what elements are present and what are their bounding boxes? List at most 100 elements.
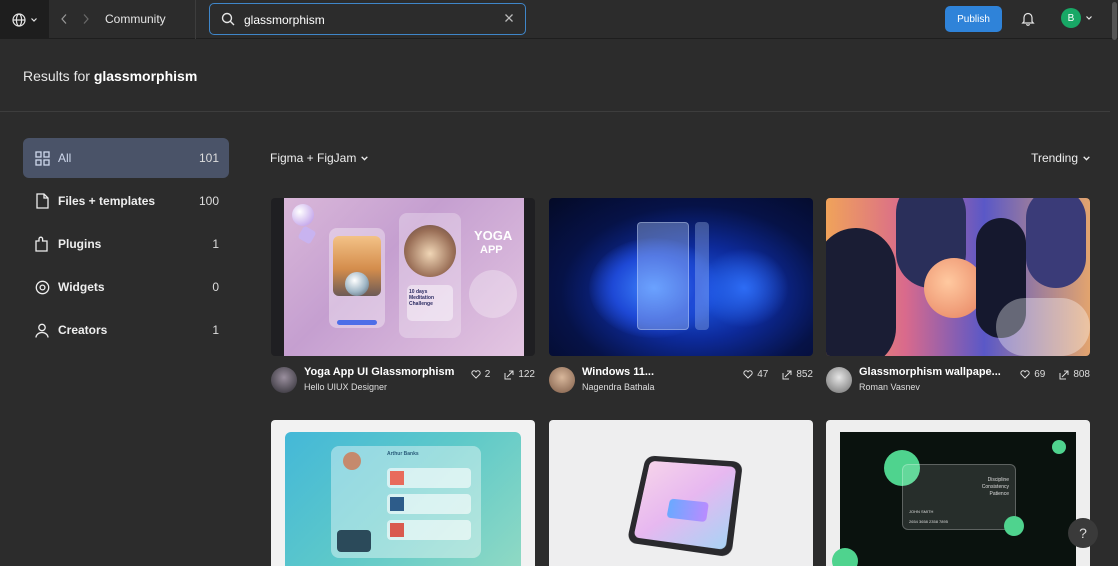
- sort-label: Trending: [1031, 151, 1078, 165]
- forward-button[interactable]: [80, 10, 92, 28]
- like-count: 69: [1034, 369, 1046, 380]
- sidebar-item-count: 100: [198, 194, 219, 208]
- sidebar-item-count: 1: [212, 237, 219, 251]
- results-heading: Results for glassmorphism: [23, 68, 197, 84]
- card-author[interactable]: Nagendra Bathala: [582, 382, 655, 392]
- chevron-down-icon: [30, 17, 37, 22]
- use-count: 122: [518, 369, 535, 380]
- divider: [195, 0, 196, 39]
- card-holder-name: JOHN SMITH: [909, 509, 934, 514]
- like-count: 47: [757, 369, 769, 380]
- card-thumbnail[interactable]: [549, 198, 813, 356]
- card-thumbnail[interactable]: JOHN SMITH 2654 3658 2358 7895 Disciplin…: [826, 420, 1090, 566]
- resource-card[interactable]: Glassmorphism wallpape... Roman Vasnev 6…: [826, 198, 1090, 402]
- sidebar: All 101 Files + templates 100 Plugins 1 …: [23, 138, 229, 353]
- resource-card[interactable]: Windows 11... Nagendra Bathala 47 852: [549, 198, 813, 402]
- chevron-down-icon: [1083, 155, 1090, 161]
- card-thumbnail[interactable]: [549, 420, 813, 566]
- card-stats: 69 808: [1020, 369, 1090, 380]
- sidebar-item-count: 0: [212, 280, 219, 294]
- grid-icon: [34, 150, 50, 166]
- yoga-caption: 10 days Meditation Challenge: [409, 289, 434, 307]
- sort-dropdown[interactable]: Trending: [1031, 151, 1091, 165]
- avatar[interactable]: [271, 367, 297, 393]
- thumbnail-art: 10 days Meditation Challenge YOGA APP: [284, 198, 524, 356]
- divider: [0, 111, 1110, 112]
- heart-icon[interactable]: [471, 370, 481, 379]
- heart-icon[interactable]: [1020, 370, 1030, 379]
- results-query: glassmorphism: [93, 68, 198, 84]
- card-author[interactable]: Roman Vasnev: [859, 382, 920, 392]
- sidebar-item-plugins[interactable]: Plugins 1: [23, 224, 229, 264]
- search-box[interactable]: [209, 3, 526, 35]
- sidebar-item-creators[interactable]: Creators 1: [23, 310, 229, 350]
- community-menu-button[interactable]: [0, 0, 49, 39]
- product-filter-label: Figma + FigJam: [270, 151, 357, 165]
- sidebar-item-files[interactable]: Files + templates 100: [23, 181, 229, 221]
- help-button[interactable]: ?: [1068, 518, 1098, 548]
- sidebar-item-widgets[interactable]: Widgets 0: [23, 267, 229, 307]
- yoga-title-text: YOGA: [474, 228, 513, 243]
- sidebar-item-count: 101: [198, 151, 219, 165]
- card-stats: 47 852: [743, 369, 813, 380]
- profile-name-text: Arthur Banks: [387, 451, 419, 457]
- sidebar-item-label: Widgets: [58, 280, 105, 294]
- widget-icon: [34, 279, 50, 295]
- thumbnail-art: [626, 455, 744, 558]
- plugin-icon: [34, 236, 50, 252]
- avatar[interactable]: [826, 367, 852, 393]
- thumbnail-art: JOHN SMITH 2654 3658 2358 7895 Disciplin…: [832, 432, 1076, 566]
- breadcrumb[interactable]: Community: [105, 12, 166, 26]
- search-icon: [221, 12, 235, 26]
- card-title[interactable]: Yoga App UI Glassmorphism: [304, 366, 454, 378]
- globe-icon: [11, 12, 26, 27]
- chevron-down-icon: [1086, 16, 1092, 20]
- avatar: B: [1061, 8, 1081, 28]
- top-bar: Community Publish B: [0, 0, 1118, 39]
- chevron-down-icon: [361, 155, 369, 161]
- resource-card[interactable]: 10 days Meditation Challenge YOGA APP Yo…: [271, 198, 535, 402]
- duplicate-icon: [782, 370, 792, 379]
- clear-icon[interactable]: [504, 13, 514, 23]
- card-title[interactable]: Windows 11...: [582, 366, 654, 378]
- sidebar-item-all[interactable]: All 101: [23, 138, 229, 178]
- help-icon: ?: [1079, 525, 1087, 541]
- user-icon: [34, 322, 50, 338]
- resource-card[interactable]: JOHN SMITH 2654 3658 2358 7895 Disciplin…: [826, 420, 1090, 566]
- thumbnail-art: Arthur Banks: [285, 432, 521, 566]
- yoga-subtitle-text: APP: [480, 244, 503, 256]
- card-author[interactable]: Hello UIUX Designer: [304, 382, 387, 392]
- sidebar-item-label: Files + templates: [58, 194, 156, 208]
- resource-card[interactable]: [549, 420, 813, 566]
- sidebar-item-label: All: [58, 151, 72, 165]
- notifications-button[interactable]: [1021, 11, 1035, 31]
- bell-icon: [1021, 12, 1035, 26]
- account-menu-button[interactable]: B: [1061, 8, 1093, 28]
- chevron-right-icon: [83, 14, 89, 24]
- use-count: 852: [796, 369, 813, 380]
- avatar[interactable]: [549, 367, 575, 393]
- sidebar-item-label: Creators: [58, 323, 108, 337]
- chevron-left-icon: [61, 14, 67, 24]
- card-number-text: 2654 3658 2358 7895: [909, 519, 948, 524]
- card-word: Patience: [989, 491, 1009, 497]
- publish-button[interactable]: Publish: [945, 6, 1002, 32]
- resource-card[interactable]: Arthur Banks: [271, 420, 535, 566]
- card-title[interactable]: Glassmorphism wallpape...: [859, 366, 1001, 378]
- use-count: 808: [1073, 369, 1090, 380]
- product-filter-dropdown[interactable]: Figma + FigJam: [270, 151, 369, 165]
- duplicate-icon: [1059, 370, 1069, 379]
- card-word: Discipline: [987, 477, 1009, 483]
- file-icon: [34, 193, 50, 209]
- card-thumbnail[interactable]: Arthur Banks: [271, 420, 535, 566]
- card-thumbnail[interactable]: 10 days Meditation Challenge YOGA APP: [271, 198, 535, 356]
- results-prefix: Results for: [23, 68, 90, 84]
- heart-icon[interactable]: [743, 370, 753, 379]
- card-thumbnail[interactable]: [826, 198, 1090, 356]
- card-word: Consistency: [981, 484, 1009, 490]
- scrollbar[interactable]: [1112, 2, 1117, 40]
- sidebar-item-count: 1: [212, 323, 219, 337]
- like-count: 2: [484, 369, 491, 380]
- search-input[interactable]: [244, 10, 494, 30]
- back-button[interactable]: [58, 10, 70, 28]
